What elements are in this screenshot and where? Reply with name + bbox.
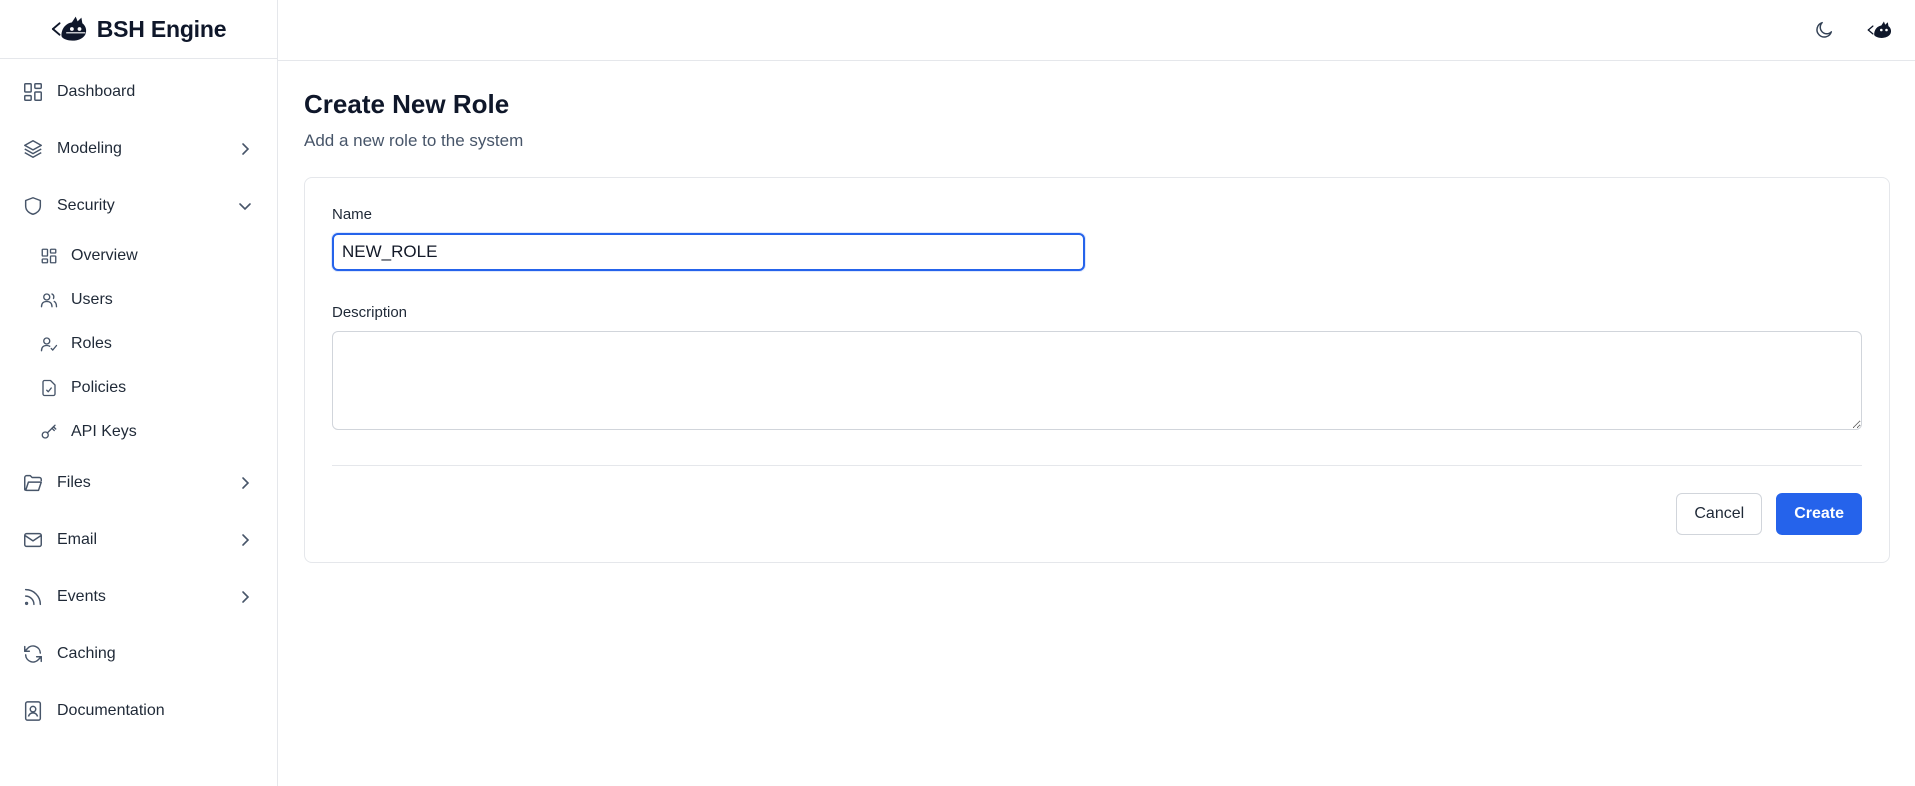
moon-icon[interactable] xyxy=(1811,17,1837,43)
sidebar-subitem-policies[interactable]: Policies xyxy=(0,366,277,410)
sidebar-item-label: Email xyxy=(57,530,98,548)
brand-name: BSH Engine xyxy=(96,15,227,42)
sidebar-subitem-label: API Keys xyxy=(71,423,137,440)
dashboard-icon xyxy=(22,81,44,103)
sidebar-item-label: Dashboard xyxy=(57,82,136,100)
layers-icon xyxy=(22,138,44,160)
dashboard-icon xyxy=(40,247,58,265)
chevron-right-icon xyxy=(237,532,253,548)
page-content: Create New Role Add a new role to the sy… xyxy=(278,61,1915,563)
raccoon-logo-icon xyxy=(51,14,89,44)
page-title: Create New Role xyxy=(304,89,510,119)
top-bar xyxy=(278,0,1915,61)
sidebar-subitem-roles[interactable]: Roles xyxy=(0,322,277,366)
sidebar-item-email[interactable]: Email xyxy=(0,511,277,568)
sidebar-item-label: Files xyxy=(57,473,91,491)
chevron-right-icon xyxy=(237,141,253,157)
sidebar-subitem-label: Policies xyxy=(71,379,127,396)
sidebar-item-events[interactable]: Events xyxy=(0,568,277,625)
form-actions: Cancel Create xyxy=(332,493,1862,535)
sidebar-item-label: Security xyxy=(57,196,115,214)
sidebar-subitem-api-keys[interactable]: API Keys xyxy=(0,410,277,454)
users-icon xyxy=(40,291,58,309)
create-button[interactable]: Create xyxy=(1776,493,1862,535)
sidebar-item-label: Caching xyxy=(57,644,116,662)
sidebar-item-documentation[interactable]: Documentation xyxy=(0,682,277,739)
brand[interactable]: BSH Engine xyxy=(0,0,277,59)
sidebar-item-modeling[interactable]: Modeling xyxy=(0,120,277,177)
sidebar-subitem-overview[interactable]: Overview xyxy=(0,234,277,278)
rss-icon xyxy=(22,586,44,608)
sidebar-item-label: Events xyxy=(57,587,106,605)
file-check-icon xyxy=(40,379,58,397)
shield-icon xyxy=(22,195,44,217)
name-label: Name xyxy=(332,206,373,223)
sidebar-item-dashboard[interactable]: Dashboard xyxy=(0,63,277,120)
sidebar-item-caching[interactable]: Caching xyxy=(0,625,277,682)
chevron-right-icon xyxy=(237,589,253,605)
name-input[interactable] xyxy=(332,233,1085,271)
form-divider xyxy=(332,465,1862,466)
description-label: Description xyxy=(332,304,408,321)
sidebar-item-security[interactable]: Security xyxy=(0,177,277,234)
cancel-button[interactable]: Cancel xyxy=(1676,493,1763,535)
refresh-icon xyxy=(22,643,44,665)
page-subtitle: Add a new role to the system xyxy=(304,131,524,150)
sidebar-item-files[interactable]: Files xyxy=(0,454,277,511)
key-icon xyxy=(40,423,58,441)
sidebar-item-label: Documentation xyxy=(57,701,165,719)
app-root: BSH Engine Dashboard Modeling Security O… xyxy=(0,0,1915,786)
avatar[interactable] xyxy=(1867,17,1893,43)
description-textarea[interactable] xyxy=(332,331,1862,430)
sidebar-nav: Dashboard Modeling Security Overview Use… xyxy=(0,59,277,739)
folder-icon xyxy=(22,472,44,494)
book-icon xyxy=(22,700,44,722)
chevron-down-icon xyxy=(237,198,253,214)
sidebar-subitem-label: Roles xyxy=(71,335,112,352)
sidebar-item-label: Modeling xyxy=(57,139,122,157)
sidebar-subitem-label: Users xyxy=(71,291,113,308)
main-area: Create New Role Add a new role to the sy… xyxy=(278,0,1915,786)
mail-icon xyxy=(22,529,44,551)
user-check-icon xyxy=(40,335,58,353)
sidebar-subitem-users[interactable]: Users xyxy=(0,278,277,322)
create-role-form: Name Description Cancel Create xyxy=(304,177,1890,563)
chevron-right-icon xyxy=(237,475,253,491)
sidebar: BSH Engine Dashboard Modeling Security O… xyxy=(0,0,278,786)
sidebar-subitem-label: Overview xyxy=(71,247,138,264)
